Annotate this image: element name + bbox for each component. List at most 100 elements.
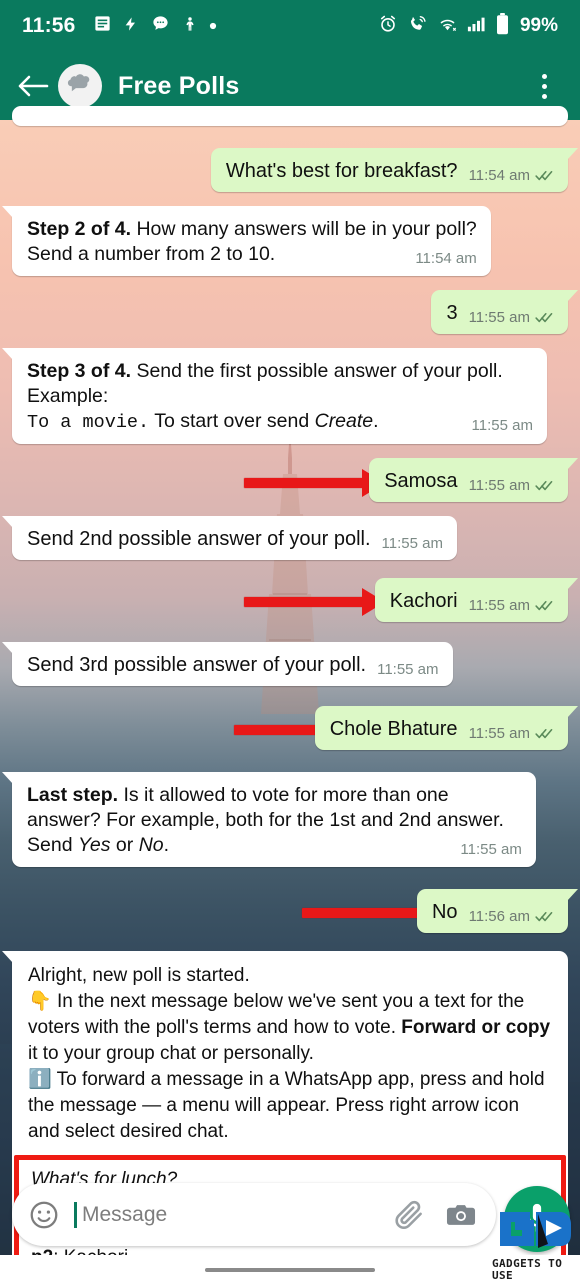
kebab-dot-3 [541, 93, 547, 99]
home-gesture-pill[interactable] [205, 1267, 375, 1272]
poll-bubble-icon [67, 74, 90, 92]
clipped-previous-message [12, 106, 568, 126]
double-check-icon [535, 480, 553, 491]
message-time: 11:54 am [468, 167, 530, 184]
double-check-icon [535, 600, 553, 611]
message-row: Step 2 of 4. How many answers will be in… [2, 206, 568, 276]
paperclip-icon[interactable] [392, 1198, 426, 1232]
kebab-dot-2 [541, 83, 547, 89]
message-meta: 11:55 am [469, 598, 554, 613]
message-text-end: . [373, 410, 379, 432]
message-meta: 11:54 am [415, 251, 476, 266]
avatar[interactable] [58, 64, 102, 108]
message-time: 11:56 am [468, 908, 530, 925]
message-row: No 11:56 am [12, 889, 579, 933]
message-bubble-incoming[interactable]: Step 2 of 4. How many answers will be in… [2, 206, 491, 276]
annotation-arrow [302, 899, 451, 927]
message-row: Chole Bhature 11:55 am [12, 706, 579, 750]
text-caret [74, 1201, 77, 1228]
double-check-icon [535, 911, 553, 922]
signal-icon [467, 15, 487, 38]
message-time: 11:55 am [460, 841, 522, 858]
message-row: Last step. Is it allowed to vote for mor… [2, 772, 568, 867]
message-mono-example: To a movie. [27, 412, 150, 433]
message-italic-create: Create [314, 410, 374, 432]
chat-icon [150, 14, 171, 38]
wifi-icon [437, 15, 458, 38]
message-row: What's best for breakfast? 11:54 am [12, 148, 579, 192]
kebab-dot-1 [541, 73, 547, 79]
message-bubble-outgoing[interactable]: Chole Bhature 11:55 am [314, 706, 579, 750]
message-time: 11:55 am [471, 417, 533, 434]
message-bubble-outgoing[interactable]: No 11:56 am [416, 889, 579, 933]
message-row: 3 11:55 am [12, 290, 578, 334]
status-bar-system-icons: 99% [378, 12, 558, 40]
howto-forward-text: To forward a message in a WhatsApp app, … [28, 1069, 545, 1142]
message-time: 11:55 am [468, 477, 530, 494]
message-bubble-incoming[interactable]: Send 2nd possible answer of your poll. 1… [2, 516, 457, 560]
message-text: Send 3rd possible answer of your poll. [27, 654, 367, 676]
camera-icon[interactable] [444, 1198, 478, 1232]
back-button[interactable] [14, 67, 52, 105]
flash-icon [123, 14, 139, 39]
search-input-wrapper[interactable]: Message [74, 1201, 374, 1228]
info-icon: ℹ️ [28, 1069, 52, 1090]
message-meta: 11:55 am [469, 310, 554, 325]
phone-screen: 11:56 99% Free Polls What's best for bre… [0, 0, 580, 1284]
double-check-icon [535, 170, 553, 181]
calendar-icon [93, 14, 112, 38]
message-text: Send 2nd possible answer of your poll. [27, 528, 371, 550]
message-row: Send 3rd possible answer of your poll. 1… [2, 642, 568, 686]
message-input-placeholder: Message [82, 1202, 168, 1226]
message-text: Samosa [384, 470, 458, 492]
message-time: 11:55 am [377, 661, 439, 678]
message-row: Send 2nd possible answer of your poll. 1… [2, 516, 568, 560]
status-bar-clock: 11:56 [22, 14, 76, 37]
message-meta: 11:55 am [469, 478, 554, 493]
message-text: Chole Bhature [329, 718, 458, 740]
message-time: 11:54 am [415, 250, 477, 267]
status-bar-notification-icons [93, 14, 217, 39]
message-bold-prefix: Last step. [27, 784, 119, 806]
message-send-prefix: Send [27, 834, 78, 856]
message-meta: 11:55 am [460, 842, 521, 857]
message-bubble-outgoing[interactable]: Samosa 11:55 am [369, 458, 578, 502]
message-row: Step 3 of 4. Send the first possible ans… [2, 348, 568, 444]
message-list[interactable]: What's best for breakfast? 11:54 am Step… [0, 106, 580, 1284]
message-bubble-outgoing[interactable]: 3 11:55 am [431, 290, 578, 334]
back-arrow-icon [18, 75, 49, 97]
message-or: or [110, 834, 139, 856]
message-time: 11:55 am [468, 597, 530, 614]
annotation-arrow [244, 588, 385, 616]
gadgets-to-use-logo-icon [500, 1212, 571, 1248]
message-composer[interactable]: Message [12, 1183, 496, 1246]
message-bubble-outgoing[interactable]: Kachori 11:55 am [374, 578, 579, 622]
call-mute-icon [407, 14, 428, 39]
message-bubble-outgoing[interactable]: What's best for breakfast? 11:54 am [210, 148, 579, 192]
message-time: 11:55 am [468, 309, 530, 326]
message-period: . [163, 834, 170, 856]
message-bold-prefix: Step 2 of 4. [27, 218, 132, 240]
emoji-icon[interactable] [28, 1199, 60, 1231]
alarm-icon [378, 14, 398, 39]
battery-icon [496, 12, 509, 40]
message-row: Samosa 11:55 am [12, 458, 578, 502]
forward-text-bold: Forward or copy [401, 1017, 551, 1038]
message-meta: 11:55 am [382, 536, 443, 551]
message-text: No [431, 901, 458, 923]
watermark-text: GADGETS TO USE [492, 1257, 563, 1282]
message-bubble-incoming[interactable]: Step 3 of 4. Send the first possible ans… [2, 348, 547, 444]
dot-icon [209, 17, 217, 35]
annotation-arrow [244, 469, 385, 497]
poll-started-line: Alright, new poll is started. [28, 965, 250, 986]
message-text: 3 [446, 302, 458, 324]
overflow-menu-button[interactable] [528, 67, 560, 105]
message-time: 11:55 am [468, 725, 530, 742]
message-bubble-incoming[interactable]: Send 3rd possible answer of your poll. 1… [2, 642, 453, 686]
message-text-cont: To start over send [149, 410, 315, 432]
forward-text-b: it to your group chat or personally. [28, 1043, 314, 1064]
message-italic-no: No [138, 834, 164, 856]
double-check-icon [535, 728, 553, 739]
message-bubble-incoming[interactable]: Last step. Is it allowed to vote for mor… [2, 772, 536, 867]
message-meta: 11:54 am [469, 168, 554, 183]
